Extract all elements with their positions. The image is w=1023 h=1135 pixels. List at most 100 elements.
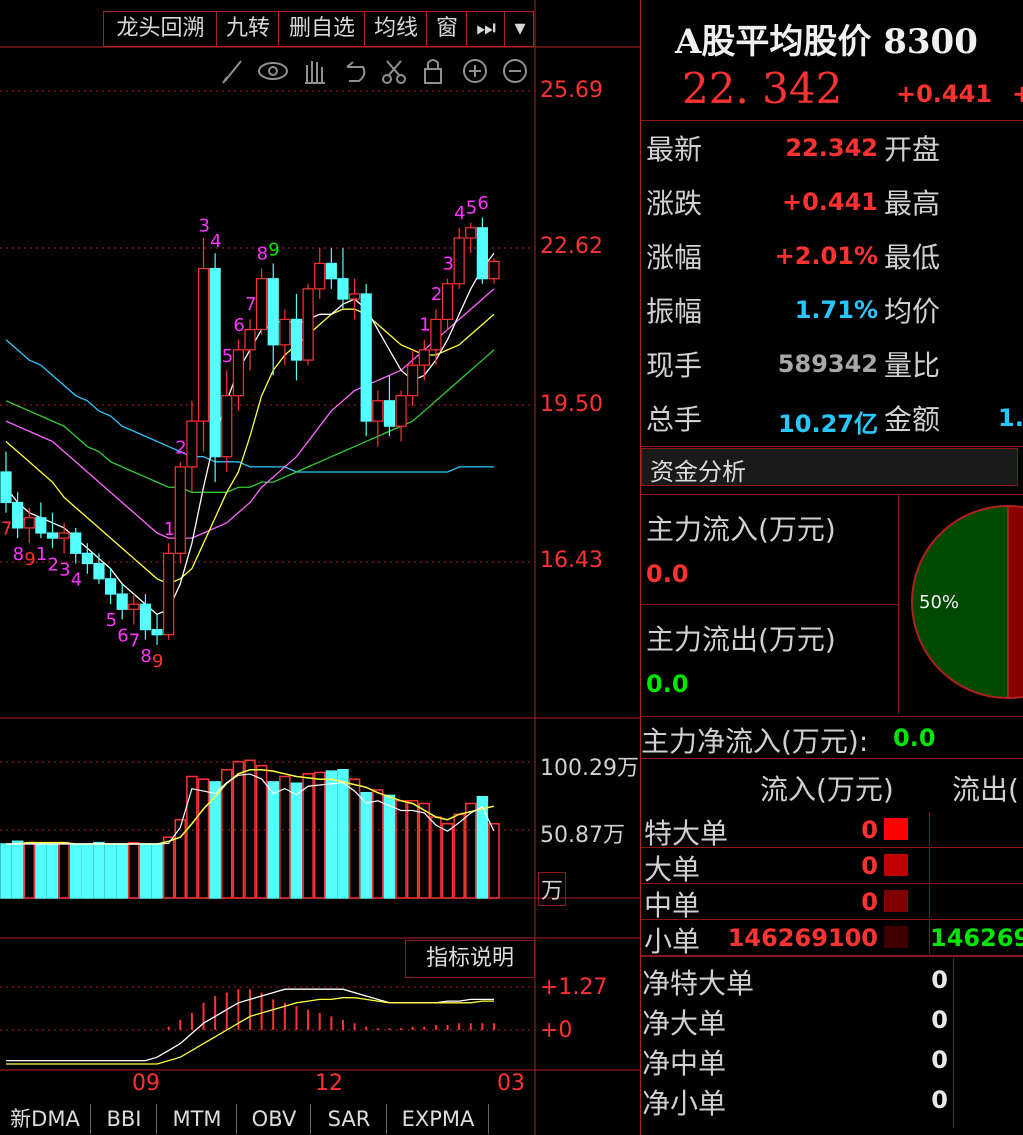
volume-bar — [372, 789, 384, 899]
td-count-upper: 5 — [222, 346, 233, 367]
td-count-upper: 6 — [477, 193, 488, 214]
quote-value-0: 22.342 — [785, 134, 878, 162]
td-count-upper: 8 — [257, 244, 268, 265]
candle-body — [302, 288, 314, 361]
order-bar-3 — [884, 926, 908, 948]
price-change-pct: + — [1012, 80, 1023, 108]
col-header-outflow: 流出( — [952, 773, 1019, 806]
volume-bar — [0, 843, 12, 899]
tab-mtm[interactable]: MTM — [158, 1104, 237, 1134]
quote-label2-4: 量比 — [884, 349, 941, 382]
tab-expma[interactable]: EXPMA — [388, 1104, 489, 1134]
volume-bar — [221, 769, 233, 899]
candle-body — [209, 267, 221, 458]
candle-body — [128, 603, 140, 610]
quote-value-1: +0.441 — [781, 188, 878, 216]
volume-bar — [244, 759, 256, 899]
candle-body — [488, 260, 500, 280]
order-in-1: 0 — [861, 852, 878, 880]
order-bar-0 — [884, 818, 908, 840]
candle-body — [197, 267, 210, 422]
panel-divider — [640, 0, 641, 1135]
td-count-lower: 6 — [117, 625, 128, 646]
quote-label2-0: 开盘 — [884, 133, 941, 166]
tab-dma[interactable]: 新DMA — [0, 1104, 91, 1134]
divider — [641, 716, 1023, 717]
price-axis-label-4: 16.43 — [540, 548, 603, 573]
divider — [953, 958, 954, 1128]
divider — [641, 956, 1023, 957]
volume-bar — [162, 836, 175, 899]
tab-obv[interactable]: OBV — [238, 1104, 311, 1134]
volume-ma-line — [6, 769, 495, 845]
candle-body — [267, 278, 279, 346]
quote-label2-5: 金额 — [884, 403, 941, 436]
candle-body — [290, 318, 303, 361]
divider — [929, 812, 930, 846]
td-count-upper: 3 — [443, 254, 454, 275]
td-count-upper: 3 — [199, 216, 210, 237]
volume-bar — [337, 769, 349, 899]
volume-bar — [290, 782, 303, 899]
td-count-lower: 9 — [24, 549, 35, 570]
volume-bar — [151, 843, 163, 899]
volume-bar — [360, 791, 372, 899]
divider — [641, 494, 1023, 495]
net-order-label-0: 净特大单 — [642, 967, 755, 1000]
order-label-3: 小单 — [644, 925, 701, 958]
candle-body — [116, 593, 128, 610]
quote-label2-2: 最低 — [884, 241, 941, 274]
quote-label-5: 总手 — [646, 403, 703, 436]
volume-bar — [46, 843, 59, 899]
divider — [641, 758, 1023, 759]
volume-bar — [418, 802, 431, 899]
divider — [641, 604, 899, 605]
net-order-label-1: 净大单 — [642, 1007, 727, 1040]
volume-bar — [35, 843, 47, 899]
volume-bar — [11, 840, 24, 899]
candle-body — [58, 532, 70, 539]
td-count-upper: 5 — [466, 197, 477, 218]
pie-slice-inflow — [1007, 504, 1023, 700]
x-axis-label-12: 12 — [315, 1071, 343, 1096]
indicator-help-button[interactable]: 指标说明 — [405, 940, 535, 978]
td-count-lower: 9 — [152, 651, 163, 672]
fund-analysis-header[interactable]: 资金分析 — [641, 448, 1018, 486]
candle-body — [12, 501, 24, 529]
divider — [641, 446, 1023, 447]
main-net-inflow-value: 0.0 — [893, 724, 936, 752]
volume-bar — [58, 841, 70, 899]
td-count-lower: 1 — [36, 544, 47, 565]
divider — [929, 884, 930, 918]
order-bar-1 — [884, 854, 908, 876]
quote-label2-1: 最高 — [884, 187, 941, 220]
volume-bar — [488, 823, 500, 899]
col-header-inflow: 流入(万元) — [760, 773, 894, 806]
td-count-upper: 4 — [454, 203, 465, 224]
volume-bar — [325, 770, 338, 899]
order-label-2: 中单 — [644, 889, 701, 922]
candle-body — [476, 227, 488, 280]
volume-bar — [465, 802, 477, 899]
candle-body — [70, 532, 82, 554]
order-in-0: 0 — [861, 816, 878, 844]
volume-bar — [348, 778, 361, 899]
main-outflow-value: 0.0 — [646, 670, 689, 698]
tab-bbi[interactable]: BBI — [92, 1104, 157, 1134]
td-count-upper: 1 — [164, 519, 175, 540]
td-count-upper: 7 — [245, 294, 256, 315]
quote-extra-5: 1. — [998, 404, 1023, 432]
td-count-upper: 4 — [210, 231, 221, 252]
volume-bar — [406, 800, 419, 899]
volume-bar — [23, 841, 35, 899]
volume-bar — [186, 775, 198, 899]
tab-sar[interactable]: SAR — [312, 1104, 387, 1134]
quote-label-4: 现手 — [646, 349, 703, 382]
candle-body — [383, 400, 396, 427]
net-order-label-3: 净小单 — [642, 1087, 727, 1120]
order-bar-2 — [884, 890, 908, 912]
last-price: 22. 342 — [682, 64, 843, 113]
candle-body — [81, 552, 93, 565]
candle-body — [395, 395, 407, 427]
divider — [929, 848, 930, 882]
